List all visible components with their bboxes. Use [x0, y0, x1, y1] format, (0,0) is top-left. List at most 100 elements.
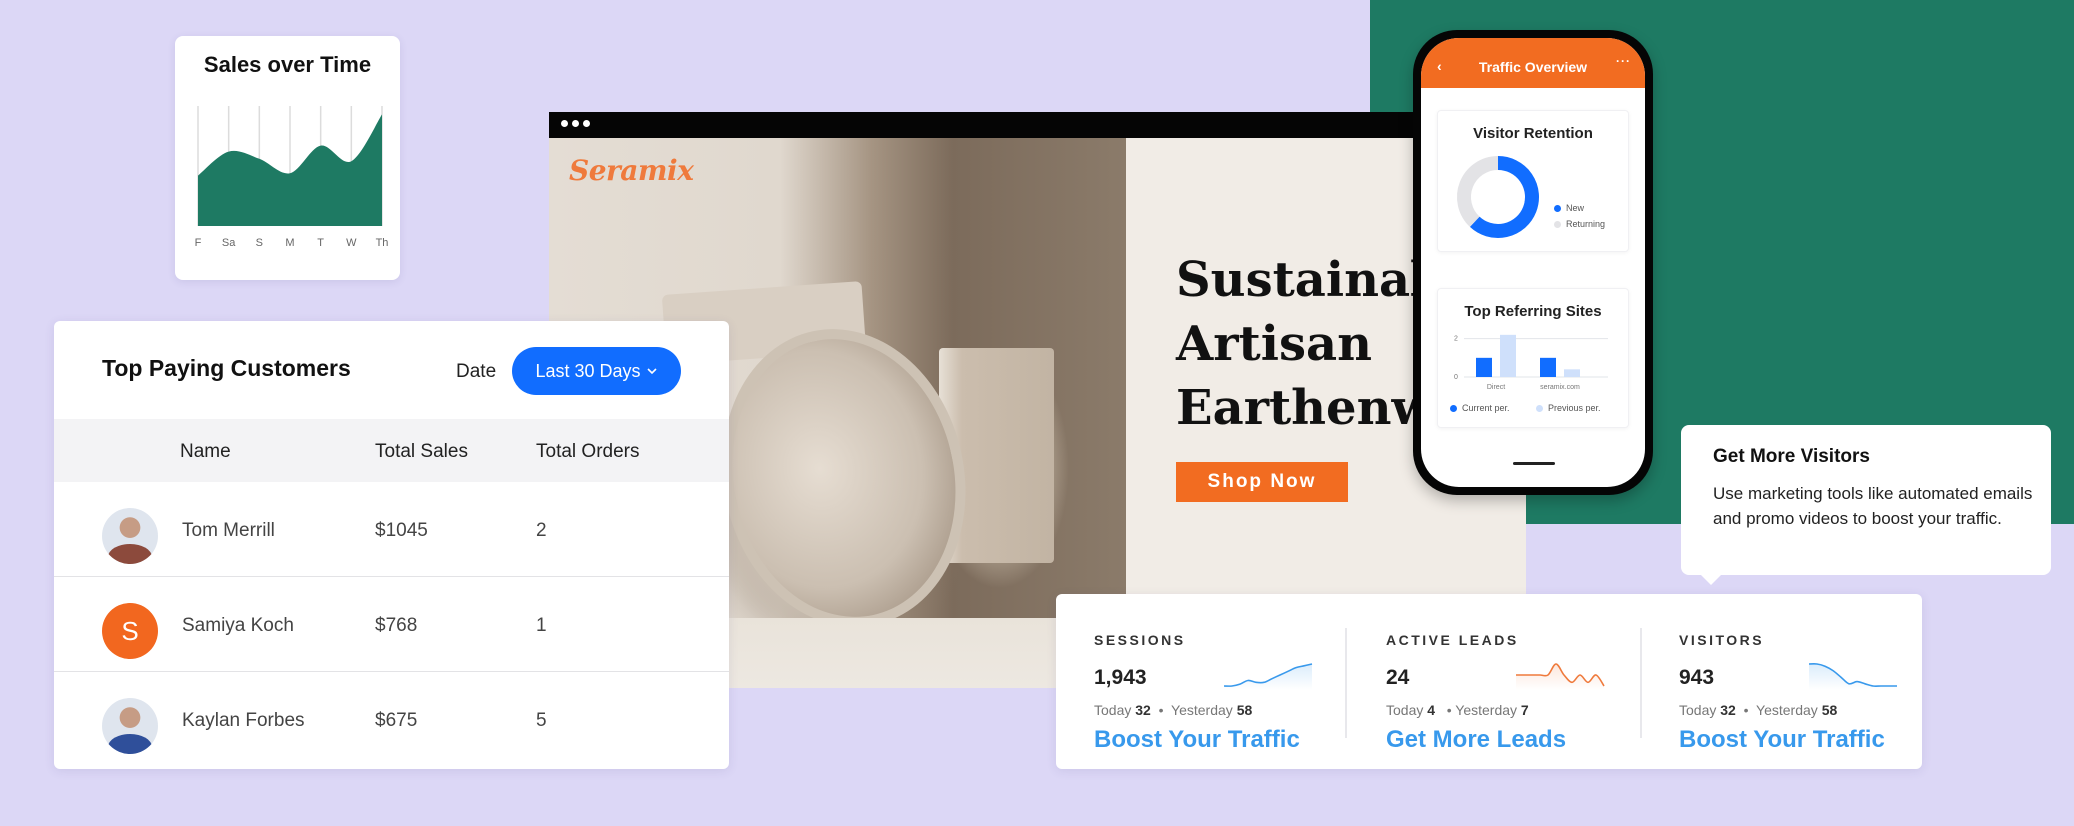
bar-Direct-previous — [1500, 334, 1516, 377]
bar-Direct-current — [1476, 357, 1492, 377]
stat-value: 943 — [1679, 666, 1715, 689]
legend-dot-returning — [1554, 220, 1561, 228]
top-paying-customers-card: Top Paying Customers Date Last 30 Days N… — [54, 321, 729, 769]
bar-seramix.com-current — [1540, 357, 1556, 377]
table-row[interactable]: S Samiya Koch $768 1 — [54, 577, 729, 672]
customer-sales: $1045 — [375, 520, 428, 541]
avatar — [102, 698, 158, 754]
table-header: Name Total Sales Total Orders — [54, 419, 729, 482]
legend-dot-previous — [1536, 404, 1543, 412]
stat-label: ACTIVE LEADS — [1386, 632, 1519, 648]
x-tick-label: Sa — [222, 237, 236, 249]
legend-previous: Previous per. — [1536, 403, 1601, 413]
yesterday-value: 58 — [1236, 702, 1253, 718]
three-dots-icon[interactable] — [561, 120, 590, 127]
stat-sub: Today 4 • Yesterday 7 — [1386, 702, 1529, 718]
x-tick-label: Direct — [1487, 384, 1505, 391]
legend-new: New — [1554, 203, 1584, 213]
date-range-value: Last 30 Days — [535, 360, 641, 381]
visitor-retention-card: Visitor Retention New Returning — [1437, 110, 1629, 252]
legend-returning-label: Returning — [1566, 219, 1606, 229]
retention-donut-chart — [1457, 156, 1539, 238]
date-label: Date — [456, 361, 497, 382]
x-tick-label: seramix.com — [1540, 384, 1580, 391]
x-tick-label: T — [317, 237, 324, 249]
sales-over-time-card: Sales over Time F Sa S M T W Th — [175, 36, 400, 280]
stat-sub: Today 32 • Yesterday 58 — [1094, 702, 1253, 718]
stats-card: SESSIONS 1,943 Today 32 • Yesterday 58 B… — [1056, 594, 1922, 769]
get-more-visitors-tooltip: Get More Visitors Use marketing tools li… — [1681, 425, 2051, 585]
divider — [1345, 628, 1347, 738]
legend-dot-new — [1554, 204, 1561, 212]
boost-traffic-link[interactable]: Boost Your Traffic — [1679, 726, 1885, 754]
stat-value: 1,943 — [1094, 666, 1147, 689]
referring-bar-chart: 0 2 Direct seramix.com — [1454, 334, 1608, 391]
avatar — [102, 508, 158, 564]
referring-title: Top Referring Sites — [1464, 303, 1602, 320]
legend-previous-label: Previous per. — [1548, 403, 1601, 413]
customer-name: Kaylan Forbes — [182, 710, 305, 731]
customer-name: Samiya Koch — [182, 615, 294, 636]
tooltip-body: Use marketing tools like automated email… — [1713, 484, 2033, 528]
sparkline — [1516, 663, 1605, 690]
column-header-name[interactable]: Name — [180, 441, 231, 463]
legend-new-label: New — [1566, 203, 1585, 213]
shop-now-button[interactable]: Shop Now — [1176, 462, 1348, 502]
top-referring-sites-card: Top Referring Sites 0 2 Direct seramix.com … — [1437, 288, 1629, 428]
phone-mockup: ‹ Traffic Overview ··· Visitor Retention… — [1413, 30, 1653, 495]
legend-current-label: Current per. — [1462, 403, 1510, 413]
x-tick-label: M — [285, 237, 294, 249]
stat-label: SESSIONS — [1094, 632, 1186, 648]
stat-sessions: SESSIONS 1,943 Today 32 • Yesterday 58 B… — [1056, 594, 1346, 769]
donut-slice-returning — [1457, 156, 1499, 227]
home-indicator[interactable] — [1513, 462, 1555, 465]
stat-sub: Today 32 • Yesterday 58 — [1679, 702, 1838, 718]
get-more-leads-link[interactable]: Get More Leads — [1386, 726, 1566, 754]
site-logo[interactable]: Seramix — [569, 154, 694, 187]
today-value: 4 — [1427, 702, 1436, 718]
y-tick-label: 2 — [1454, 336, 1458, 343]
legend-returning: Returning — [1554, 219, 1605, 229]
today-value: 32 — [1135, 702, 1151, 718]
sparkline-fill — [1224, 664, 1312, 690]
column-header-total-sales[interactable]: Total Sales — [375, 441, 468, 463]
x-tick-label: W — [346, 237, 357, 249]
more-icon[interactable]: ··· — [1616, 54, 1631, 68]
phone-header-title: Traffic Overview — [1478, 59, 1588, 75]
stat-label: VISITORS — [1679, 632, 1765, 648]
stat-visitors: VISITORS 943 Today 32 • Yesterday 58 Boo… — [1641, 594, 1931, 769]
yesterday-value: 58 — [1821, 702, 1838, 718]
sales-area-chart: F Sa S M T W Th — [195, 106, 389, 249]
column-header-total-orders[interactable]: Total Orders — [536, 441, 639, 463]
bar-seramix.com-previous — [1564, 369, 1580, 377]
browser-bar — [549, 112, 1526, 138]
x-tick-label: Th — [376, 237, 389, 249]
sales-chart-title: Sales over Time — [203, 52, 372, 77]
tooltip-title: Get More Visitors — [1713, 446, 1870, 467]
table-row[interactable]: Kaylan Forbes $675 5 — [54, 672, 729, 767]
yesterday-value: 7 — [1520, 702, 1529, 718]
customer-orders: 1 — [536, 615, 547, 636]
x-tick-label: F — [195, 237, 202, 249]
legend-dot-current — [1450, 404, 1457, 412]
customer-sales: $675 — [375, 710, 418, 731]
customer-orders: 2 — [536, 520, 547, 541]
customer-orders: 5 — [536, 710, 547, 731]
phone-screen: ‹ Traffic Overview ··· Visitor Retention… — [1421, 38, 1645, 487]
date-range-dropdown[interactable]: Last 30 Days — [512, 347, 681, 395]
sparkline — [1223, 663, 1313, 690]
customer-sales: $768 — [375, 615, 418, 636]
legend-current: Current per. — [1450, 403, 1510, 413]
today-value: 32 — [1720, 702, 1736, 718]
retention-title: Visitor Retention — [1473, 125, 1593, 142]
sparkline — [1808, 663, 1897, 690]
boost-traffic-link[interactable]: Boost Your Traffic — [1094, 726, 1300, 754]
x-tick-label: S — [256, 237, 263, 249]
stat-value: 24 — [1386, 666, 1410, 689]
chevron-down-icon — [646, 368, 657, 375]
stat-active-leads: ACTIVE LEADS 24 Today 4 • Yesterday 7 Ge… — [1348, 594, 1638, 769]
table-row[interactable]: Tom Merrill $1045 2 — [54, 482, 729, 577]
customer-name: Tom Merrill — [182, 520, 275, 541]
customers-title: Top Paying Customers — [102, 355, 351, 381]
avatar: S — [102, 603, 158, 659]
